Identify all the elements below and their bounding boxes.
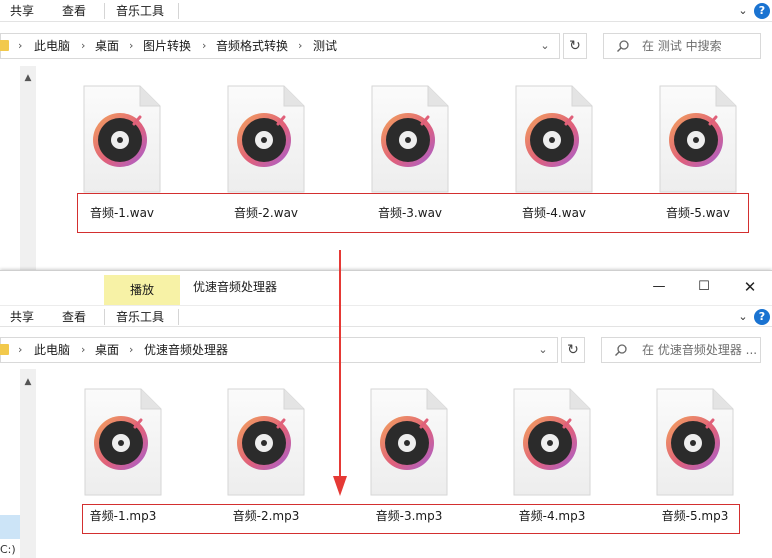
explorer-window-source: 共享 查看 音乐工具 ⌄ ? › 此电脑 › 桌面 › 图片转换 › 音频格式转… — [0, 0, 772, 270]
search-placeholder: 在 优速音频处理器 ... — [642, 343, 758, 357]
music-file-icon — [370, 388, 448, 496]
address-bar[interactable]: › 此电脑 › 桌面 › 图片转换 › 音频格式转换 › 测试 ⌄ — [0, 33, 560, 59]
scroll-up-icon[interactable]: ▲ — [20, 70, 36, 86]
music-file-icon — [656, 388, 734, 496]
ribbon-tabs: 共享 查看 音乐工具 ⌄ ? — [0, 0, 772, 22]
tab-music-tools[interactable]: 音乐工具 — [114, 306, 166, 328]
maximize-icon[interactable]: ☐ — [692, 277, 716, 297]
context-tab-play[interactable]: 播放 — [104, 275, 180, 305]
file-item[interactable]: 音频-3.wav — [355, 84, 465, 220]
tab-divider — [104, 3, 105, 19]
music-file-icon — [84, 388, 162, 496]
search-input[interactable]: 在 优速音频处理器 ... — [601, 337, 761, 363]
search-input[interactable]: 在 测试 中搜索 — [603, 33, 761, 59]
breadcrumb-item[interactable]: 图片转换 — [143, 34, 191, 58]
title-bar[interactable]: 播放 优速音频处理器 — ☐ ✕ — [0, 271, 772, 305]
breadcrumb-item[interactable]: 桌面 — [95, 338, 119, 362]
search-placeholder: 在 测试 中搜索 — [642, 39, 722, 53]
folder-icon — [0, 344, 9, 355]
music-file-icon — [227, 388, 305, 496]
chevron-right-icon[interactable]: › — [81, 34, 85, 58]
file-item[interactable]: 音频-1.wav — [67, 84, 177, 220]
scrollbar[interactable] — [20, 66, 36, 270]
scrollbar[interactable] — [20, 369, 36, 558]
chevron-down-icon[interactable]: ⌄ — [537, 34, 553, 58]
scroll-up-icon[interactable]: ▲ — [20, 374, 36, 390]
search-icon — [615, 344, 627, 356]
help-icon[interactable]: ? — [754, 309, 770, 325]
chevron-right-icon[interactable]: › — [202, 34, 206, 58]
chevron-right-icon[interactable]: › — [81, 338, 85, 362]
music-file-icon — [83, 85, 161, 193]
music-file-icon — [227, 85, 305, 193]
music-file-icon — [513, 388, 591, 496]
tab-divider — [178, 309, 179, 325]
file-item[interactable]: 音频-1.mp3 — [68, 387, 178, 523]
nav-drive-label[interactable]: C:) — [0, 543, 16, 556]
breadcrumb-item[interactable]: 此电脑 — [34, 338, 70, 362]
chevron-right-icon[interactable]: › — [18, 338, 22, 362]
explorer-window-output: 播放 优速音频处理器 — ☐ ✕ 共享 查看 音乐工具 ⌄ ? › 此电脑 › … — [0, 270, 772, 558]
file-item[interactable]: 音频-2.wav — [211, 84, 321, 220]
music-file-icon — [515, 85, 593, 193]
tab-divider — [178, 3, 179, 19]
file-item[interactable]: 音频-5.mp3 — [640, 387, 750, 523]
refresh-button[interactable]: ↻ — [561, 337, 585, 363]
nav-selected-item[interactable] — [0, 515, 20, 539]
file-item[interactable]: 音频-5.wav — [643, 84, 753, 220]
help-icon[interactable]: ? — [754, 3, 770, 19]
highlight-box — [82, 504, 740, 534]
music-file-icon — [371, 85, 449, 193]
music-file-icon — [659, 85, 737, 193]
chevron-down-icon[interactable]: ⌄ — [535, 338, 551, 362]
file-item[interactable]: 音频-4.mp3 — [497, 387, 607, 523]
search-icon — [617, 40, 629, 52]
breadcrumb-item[interactable]: 桌面 — [95, 34, 119, 58]
refresh-button[interactable]: ↻ — [563, 33, 587, 59]
tab-divider — [104, 309, 105, 325]
breadcrumb-item[interactable]: 测试 — [313, 34, 337, 58]
tab-share[interactable]: 共享 — [8, 306, 36, 328]
address-bar[interactable]: › 此电脑 › 桌面 › 优速音频处理器 ⌄ — [0, 337, 558, 363]
chevron-right-icon[interactable]: › — [298, 34, 302, 58]
file-item[interactable]: 音频-4.wav — [499, 84, 609, 220]
ribbon-tabs: 共享 查看 音乐工具 ⌄ ? — [0, 305, 772, 327]
folder-icon — [0, 40, 9, 51]
tab-music-tools[interactable]: 音乐工具 — [114, 0, 166, 22]
breadcrumb-item[interactable]: 此电脑 — [34, 34, 70, 58]
highlight-box — [77, 193, 749, 233]
breadcrumb-item[interactable]: 音频格式转换 — [216, 34, 288, 58]
chevron-right-icon[interactable]: › — [129, 338, 133, 362]
breadcrumb-item[interactable]: 优速音频处理器 — [144, 338, 228, 362]
tab-share[interactable]: 共享 — [8, 0, 36, 22]
refresh-icon: ↻ — [567, 342, 579, 358]
chevron-down-icon[interactable]: ⌄ — [734, 308, 752, 326]
chevron-down-icon[interactable]: ⌄ — [734, 2, 752, 20]
chevron-right-icon[interactable]: › — [18, 34, 22, 58]
close-icon[interactable]: ✕ — [738, 277, 762, 297]
window-title: 优速音频处理器 — [193, 280, 278, 294]
tab-view[interactable]: 查看 — [60, 306, 88, 328]
minimize-icon[interactable]: — — [647, 277, 671, 297]
file-item[interactable]: 音频-3.mp3 — [354, 387, 464, 523]
tab-view[interactable]: 查看 — [60, 0, 88, 22]
chevron-right-icon[interactable]: › — [129, 34, 133, 58]
file-item[interactable]: 音频-2.mp3 — [211, 387, 321, 523]
refresh-icon: ↻ — [569, 38, 581, 54]
